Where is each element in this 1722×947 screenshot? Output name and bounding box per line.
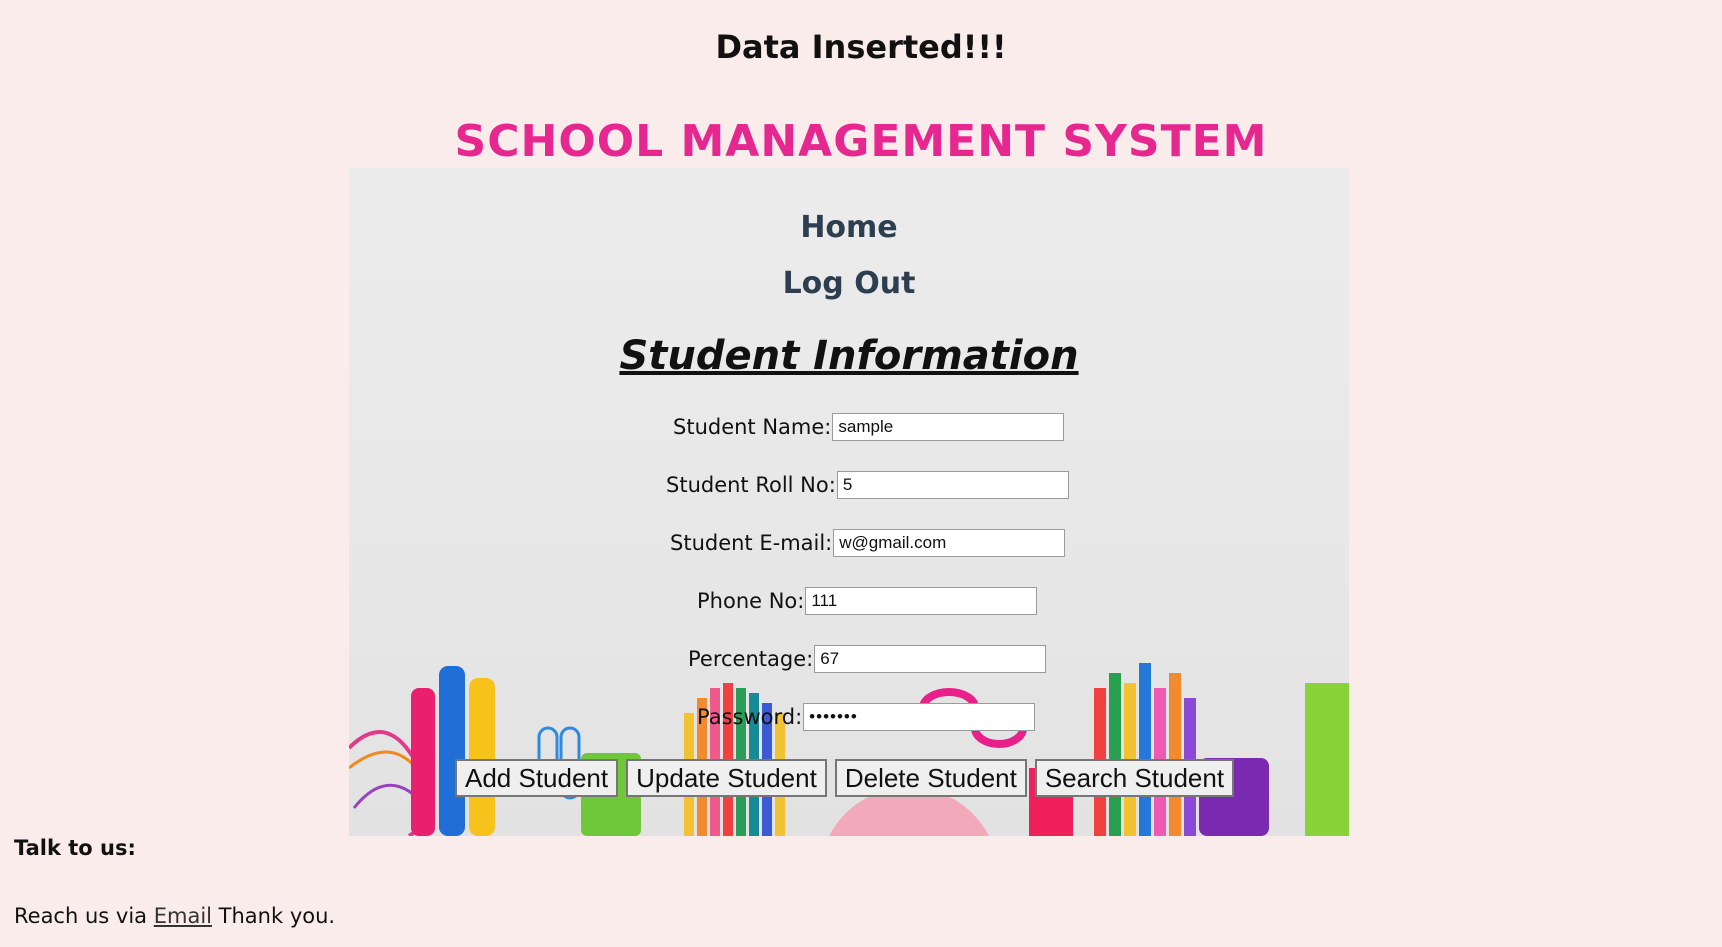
student-name-input[interactable] xyxy=(832,413,1065,441)
phone-label: Phone No: xyxy=(697,589,805,613)
student-email-row: Student E-mail: xyxy=(670,527,1066,559)
delete-student-button[interactable]: Delete Student xyxy=(834,759,1027,797)
email-link[interactable]: Email xyxy=(154,904,212,928)
main-panel: Home Log Out Student Information Student… xyxy=(349,168,1349,836)
add-student-button[interactable]: Add Student xyxy=(455,759,619,797)
footer-suffix: Thank you. xyxy=(218,904,336,928)
percentage-input[interactable] xyxy=(814,645,1047,673)
footer-text: Reach us via Email Thank you. xyxy=(14,904,335,928)
student-roll-row: Student Roll No: xyxy=(666,469,1069,501)
update-student-button[interactable]: Update Student xyxy=(626,759,827,797)
password-row: Password: xyxy=(697,701,1036,733)
student-email-input[interactable] xyxy=(833,529,1066,557)
percentage-row: Percentage: xyxy=(688,643,1047,675)
phone-row: Phone No: xyxy=(697,585,1038,617)
footer-prefix: Reach us via xyxy=(14,904,148,928)
app-title: SCHOOL MANAGEMENT SYSTEM xyxy=(454,116,1268,167)
password-label: Password: xyxy=(697,705,803,729)
nav-logout-link[interactable]: Log Out xyxy=(349,266,1349,301)
nav-home-link[interactable]: Home xyxy=(349,210,1349,245)
student-name-label: Student Name: xyxy=(673,415,832,439)
student-roll-input[interactable] xyxy=(836,471,1069,499)
student-name-row: Student Name: xyxy=(673,411,1065,443)
search-student-button[interactable]: Search Student xyxy=(1034,759,1235,797)
footer-heading: Talk to us: xyxy=(14,836,136,860)
status-message: Data Inserted!!! xyxy=(715,28,1007,66)
percentage-label: Percentage: xyxy=(688,647,814,671)
phone-input[interactable] xyxy=(805,587,1038,615)
form-title: Student Information xyxy=(619,333,1079,379)
student-roll-label: Student Roll No: xyxy=(666,473,836,497)
password-input[interactable] xyxy=(803,703,1036,731)
student-email-label: Student E-mail: xyxy=(670,531,833,555)
action-buttons: Add Student Update Student Delete Studen… xyxy=(455,759,1235,797)
